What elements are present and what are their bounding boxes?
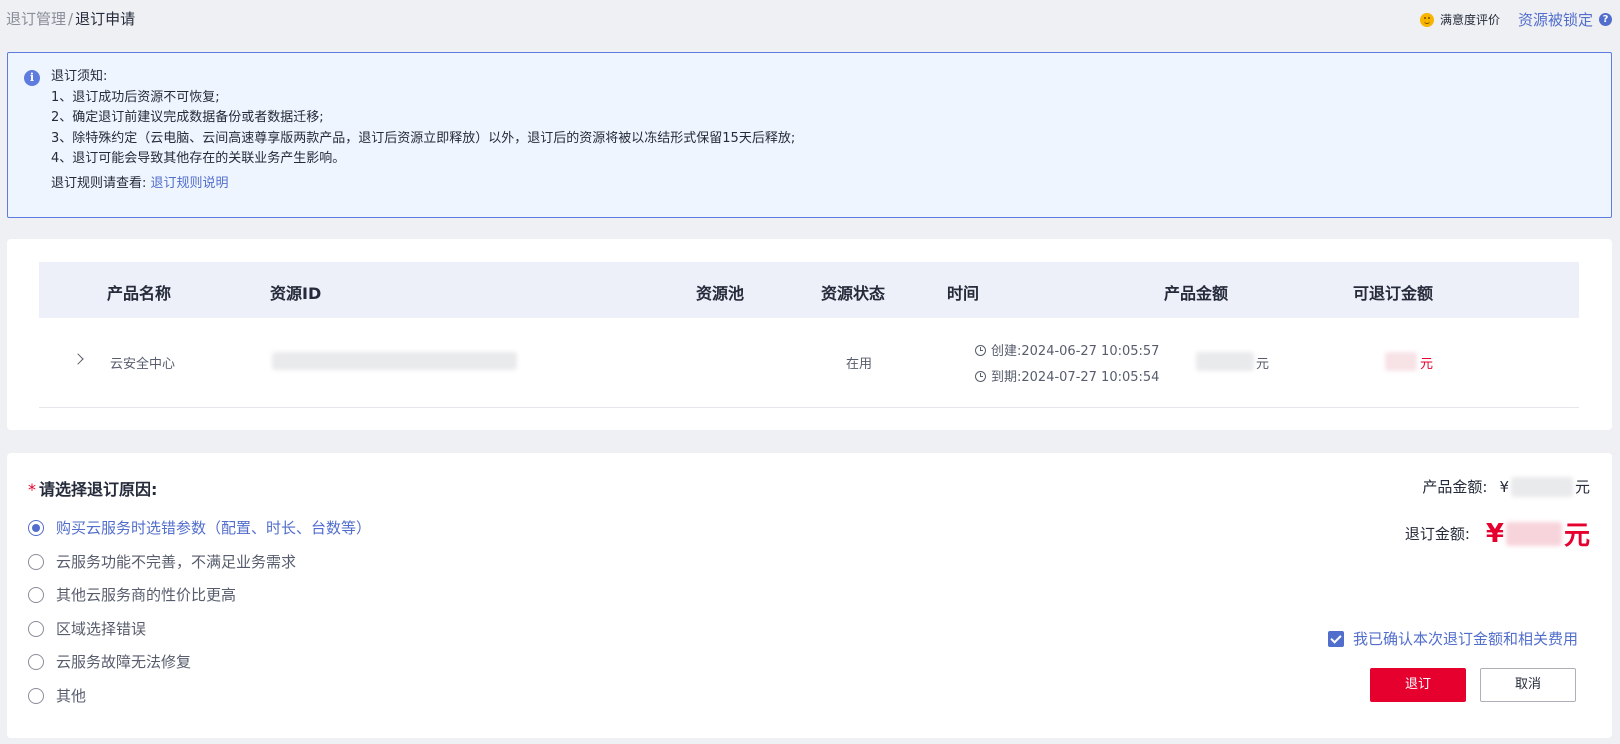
- column-header: 资源ID: [270, 284, 322, 303]
- reason-option[interactable]: 云服务功能不完善，不满足业务需求: [28, 551, 296, 572]
- info-icon: i: [24, 70, 40, 86]
- header-actions: 满意度评价 资源被锁定 ?: [1419, 9, 1612, 30]
- checkbox-checked-icon[interactable]: [1327, 630, 1344, 647]
- reason-option-label[interactable]: 云服务功能不完善，不满足业务需求: [56, 551, 296, 572]
- notice-line: 2、确定退订前建议完成数据备份或者数据迁移;: [51, 110, 324, 125]
- summary-refund-amount: 退订金额: ¥ 元: [1405, 515, 1590, 552]
- cell-status: 在用: [846, 357, 873, 372]
- rating-link[interactable]: 满意度评价: [1440, 11, 1500, 28]
- refund-amount-unit: 元: [1420, 357, 1434, 372]
- confirm-checkbox-row[interactable]: 我已确认本次退订金额和相关费用: [1327, 628, 1578, 649]
- cell-resource-id-redacted: [272, 352, 517, 370]
- currency-symbol: ¥: [1499, 477, 1509, 496]
- refund-currency: ¥: [1485, 518, 1504, 549]
- rule-link[interactable]: 退订规则说明: [151, 176, 229, 191]
- unit-label: 元: [1574, 478, 1590, 496]
- column-header: 资源状态: [821, 284, 886, 303]
- reason-option[interactable]: 购买云服务时选错参数（配置、时长、台数等）: [28, 517, 371, 538]
- unsubscribe-notice: i 退订须知: 1、退订成功后资源不可恢复; 2、确定退订前建议完成数据备份或者…: [7, 52, 1612, 218]
- refund-value-redacted: [1505, 521, 1562, 546]
- cell-expires: 到期:2024-07-27 10:05:54: [975, 366, 1159, 385]
- notice-rule-line: 退订规则请查看: 退订规则说明: [51, 174, 795, 195]
- unsubscribe-button[interactable]: 退订: [1370, 668, 1466, 702]
- refund-amount-label: 退订金额:: [1404, 525, 1470, 543]
- product-amount-unit: 元: [1256, 357, 1270, 372]
- radio-icon[interactable]: [28, 586, 44, 603]
- clock-icon: [975, 371, 986, 382]
- reason-title: * 请选择退订原因:: [28, 476, 157, 500]
- breadcrumb-separator: /: [68, 10, 74, 28]
- product-amount-redacted: [1196, 352, 1254, 371]
- breadcrumb-current: 退订申请: [75, 10, 136, 28]
- radio-icon[interactable]: [28, 687, 44, 704]
- reason-option[interactable]: 其他: [28, 685, 86, 706]
- notice-line: 4、退订可能会导致其他存在的关联业务产生影响。: [51, 151, 346, 166]
- radio-icon[interactable]: [28, 653, 44, 670]
- column-header: 可退订金额: [1353, 284, 1434, 303]
- reason-option-label[interactable]: 云服务故障无法修复: [56, 651, 191, 672]
- reason-option-label[interactable]: 其他: [56, 685, 86, 706]
- refund-amount-redacted: [1385, 352, 1417, 371]
- summary-product-amount: 产品金额: ¥ 元: [1422, 476, 1590, 497]
- radio-icon[interactable]: [28, 553, 44, 570]
- help-icon[interactable]: ?: [1599, 13, 1612, 26]
- rule-prefix: 退订规则请查看:: [51, 175, 147, 191]
- created-time: 创建:2024-06-27 10:05:57: [991, 344, 1160, 359]
- required-mark: *: [28, 480, 36, 499]
- column-header: 资源池: [696, 284, 745, 303]
- smile-icon[interactable]: [1419, 12, 1434, 27]
- reason-option[interactable]: 区域选择错误: [28, 618, 146, 639]
- cell-product: 云安全中心: [110, 357, 176, 372]
- notice-title: 退订须知:: [51, 69, 108, 84]
- row-divider: [39, 407, 1579, 408]
- breadcrumb: 退订管理 / 退订申请: [6, 8, 135, 29]
- confirm-label[interactable]: 我已确认本次退订金额和相关费用: [1353, 628, 1578, 649]
- column-header: 产品名称: [107, 284, 172, 303]
- reason-title-text: 请选择退订原因:: [39, 480, 158, 499]
- resource-locked-link[interactable]: 资源被锁定: [1518, 9, 1593, 30]
- notice-line: 1、退订成功后资源不可恢复;: [51, 89, 220, 105]
- clock-icon: [975, 345, 986, 356]
- reason-option[interactable]: 其他云服务商的性价比更高: [28, 584, 236, 605]
- breadcrumb-parent[interactable]: 退订管理: [6, 10, 66, 28]
- cancel-button[interactable]: 取消: [1480, 668, 1576, 702]
- reason-option-label[interactable]: 购买云服务时选错参数（配置、时长、台数等）: [56, 517, 371, 538]
- product-amount-value-redacted: [1510, 476, 1573, 497]
- table-header: 产品名称 资源ID 资源池 资源状态 时间 产品金额 可退订金额: [39, 262, 1579, 318]
- product-amount-label: 产品金额:: [1422, 478, 1488, 496]
- reason-option-label[interactable]: 其他云服务商的性价比更高: [56, 584, 236, 605]
- reason-option[interactable]: 云服务故障无法修复: [28, 651, 191, 672]
- cell-created: 创建:2024-06-27 10:05:57: [975, 340, 1159, 359]
- radio-icon[interactable]: [28, 620, 44, 637]
- notice-line: 3、除特殊约定（云电脑、云间高速尊享版两款产品，退订后资源立即释放）以外，退订后…: [51, 130, 796, 146]
- column-header: 时间: [947, 284, 980, 303]
- reason-option-label[interactable]: 区域选择错误: [56, 618, 146, 639]
- refund-unit: 元: [1563, 521, 1590, 551]
- radio-checked-icon[interactable]: [28, 519, 44, 536]
- column-header: 产品金额: [1164, 284, 1229, 303]
- expire-time: 到期:2024-07-27 10:05:54: [991, 370, 1160, 385]
